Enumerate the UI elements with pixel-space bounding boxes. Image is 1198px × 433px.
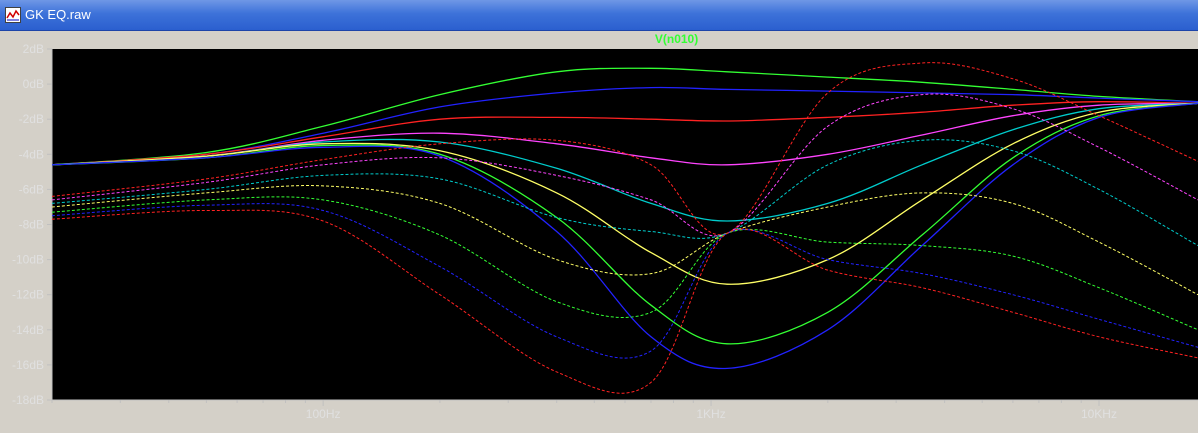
plot-pane[interactable]: 2dB 0dB -2dB -4dB -6dB -8dB -10dB -12dB -14dB -16… — [0, 31, 1198, 433]
x-tick-label: 1KHz — [696, 407, 725, 421]
y-tick-label: 0dB — [23, 77, 44, 91]
y-tick-label: -10dB — [12, 253, 44, 267]
window-title: GK EQ.raw — [25, 7, 91, 22]
title-bar[interactable]: GK EQ.raw — [0, 0, 1198, 31]
y-tick-label: -14dB — [12, 323, 44, 337]
y-tick-label: 2dB — [23, 42, 44, 56]
y-tick-label: -6dB — [19, 182, 44, 196]
y-tick-label: -12dB — [12, 288, 44, 302]
plot-area — [52, 49, 1198, 400]
waveform-icon — [5, 7, 21, 23]
y-tick-label: -18dB — [12, 393, 44, 407]
waveform-viewer-window: GK EQ.raw 2dB 0dB -2dB -4dB -6dB -8dB -10dB -12… — [0, 0, 1198, 433]
trace-name: V(n010) — [655, 32, 698, 46]
y-tick-label: -8dB — [19, 218, 44, 232]
y-tick-label: -16dB — [12, 358, 44, 372]
bode-plot[interactable]: 2dB 0dB -2dB -4dB -6dB -8dB -10dB -12dB -14dB -16… — [0, 31, 1198, 433]
y-tick-label: -4dB — [19, 147, 44, 161]
y-tick-label: -2dB — [19, 112, 44, 126]
x-tick-label: 100Hz — [306, 407, 341, 421]
x-tick-label: 10KHz — [1081, 407, 1117, 421]
